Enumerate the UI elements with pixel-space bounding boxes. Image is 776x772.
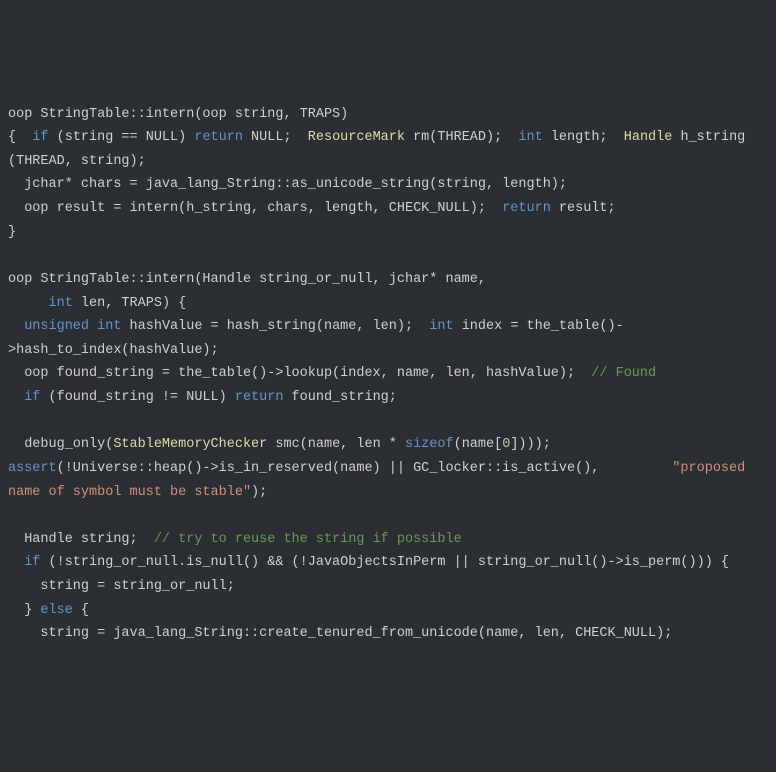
code-line: } else { xyxy=(8,603,89,618)
code-line: jchar* chars = java_lang_String::as_unic… xyxy=(8,177,567,192)
code-line: if (!string_or_null.is_null() && (!JavaO… xyxy=(8,555,729,570)
code-line: int len, TRAPS) { xyxy=(8,296,186,311)
code-line: string = java_lang_String::create_tenure… xyxy=(8,626,672,641)
code-line: oop found_string = the_table()->lookup(i… xyxy=(8,366,656,381)
code-line: Handle string; // try to reuse the strin… xyxy=(8,532,462,547)
code-block: oop StringTable::intern(oop string, TRAP… xyxy=(8,103,768,646)
code-line: unsigned int hashValue = hash_string(nam… xyxy=(8,319,624,358)
code-line: debug_only(StableMemoryChecker smc(name,… xyxy=(8,437,753,499)
code-line: { if (string == NULL) return NULL; Resou… xyxy=(8,130,753,169)
code-line: oop StringTable::intern(oop string, TRAP… xyxy=(8,107,348,122)
code-line: } xyxy=(8,225,16,240)
code-line: string = string_or_null; xyxy=(8,579,235,594)
code-line: oop StringTable::intern(Handle string_or… xyxy=(8,272,486,287)
code-line: if (found_string != NULL) return found_s… xyxy=(8,390,397,405)
code-line: oop result = intern(h_string, chars, len… xyxy=(8,201,616,216)
